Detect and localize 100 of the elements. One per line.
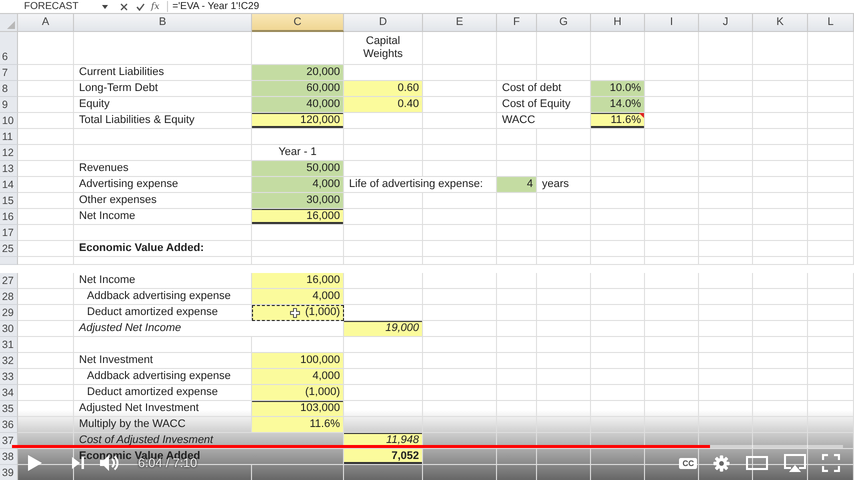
formula-field[interactable]: ='EVA - Year 1'!C29 <box>167 1 260 12</box>
column-header[interactable]: F <box>497 14 537 32</box>
name-box[interactable]: FORECAST <box>0 1 102 12</box>
sheet-cell <box>753 97 808 113</box>
row-header[interactable]: 27 <box>0 273 18 289</box>
row-header[interactable]: 39 <box>0 465 18 480</box>
sheet-cell <box>497 32 537 65</box>
sheet-cell <box>497 401 537 417</box>
row-header[interactable]: 14 <box>0 177 18 193</box>
row-header[interactable]: 32 <box>0 353 18 369</box>
row-header[interactable]: 30 <box>0 321 18 337</box>
sheet-cell: Capital Weights <box>344 32 423 65</box>
row-header[interactable]: 31 <box>0 337 18 353</box>
theater-mode-icon[interactable] <box>746 456 768 470</box>
sheet-cell: (1,000) <box>252 305 344 321</box>
sheet-cell: 16,000 <box>252 273 344 289</box>
sheet-cell <box>645 65 699 81</box>
captions-button[interactable]: CC <box>679 458 697 468</box>
row-header[interactable]: 15 <box>0 193 18 209</box>
column-header[interactable]: A <box>18 14 74 32</box>
column-header[interactable]: G <box>537 14 591 32</box>
row-header[interactable]: 28 <box>0 289 18 305</box>
row-header[interactable]: 33 <box>0 369 18 385</box>
sheet-cell <box>808 65 854 81</box>
sheet-cell <box>808 97 854 113</box>
row-header[interactable]: 17 <box>0 225 18 241</box>
sheet-cell <box>18 161 74 177</box>
row-header[interactable]: 6 <box>0 32 18 65</box>
sheet-cell <box>808 433 854 449</box>
column-header[interactable]: B <box>74 14 252 32</box>
row-header[interactable]: 16 <box>0 209 18 225</box>
sheet-cell <box>808 353 854 369</box>
row-header[interactable]: 25 <box>0 241 18 257</box>
fullscreen-icon[interactable] <box>822 454 840 472</box>
row-header[interactable]: 11 <box>0 129 18 145</box>
sheet-cell <box>645 241 699 257</box>
sheet-cell <box>497 273 537 289</box>
row-header[interactable]: 29 <box>0 305 18 321</box>
settings-icon[interactable] <box>713 454 730 472</box>
sheet-cell <box>18 81 74 97</box>
sheet-cell: Deduct amortized expense <box>74 305 252 321</box>
sheet-cell <box>808 385 854 401</box>
row-header[interactable]: 12 <box>0 145 18 161</box>
column-header[interactable]: H <box>591 14 645 32</box>
sheet-cell <box>645 337 699 353</box>
row-header[interactable]: 13 <box>0 161 18 177</box>
row-header[interactable]: 9 <box>0 97 18 113</box>
sheet-cell <box>808 417 854 433</box>
sheet-cell <box>537 65 591 81</box>
row-header[interactable]: 7 <box>0 65 18 81</box>
play-icon[interactable] <box>28 455 42 471</box>
sheet-cell: 10.0% <box>591 81 645 97</box>
column-header[interactable]: J <box>699 14 753 32</box>
sheet-cell <box>497 337 537 353</box>
insert-function-button[interactable]: fx <box>151 2 160 12</box>
row-header[interactable]: 36 <box>0 417 18 433</box>
sheet-cell <box>699 385 753 401</box>
sheet-cell <box>753 273 808 289</box>
sheet-cell: 120,000 <box>252 113 344 129</box>
sheet-cell <box>753 337 808 353</box>
sheet-cell: Other expenses <box>74 193 252 209</box>
sheet-cell <box>18 209 74 225</box>
sheet-cell <box>645 353 699 369</box>
sheet-cell <box>591 161 645 177</box>
dropdown-arrow-icon[interactable] <box>102 4 108 8</box>
row-header[interactable]: 38 <box>0 449 18 465</box>
sheet-cell <box>537 353 591 369</box>
sheet-cell <box>497 129 537 145</box>
sheet-cell <box>591 32 645 65</box>
column-header[interactable]: D <box>344 14 423 32</box>
row-header[interactable]: 34 <box>0 385 18 401</box>
cancel-icon[interactable] <box>120 2 128 10</box>
column-header[interactable]: E <box>423 14 497 32</box>
sheet-cell: Economic Value Added: <box>74 241 252 257</box>
column-header[interactable]: C <box>252 14 344 32</box>
sheet-cell <box>808 401 854 417</box>
sheet-cell: Addback advertising expense <box>74 369 252 385</box>
sheet-cell <box>699 241 753 257</box>
cast-screen-icon[interactable] <box>784 454 806 472</box>
sheet-cell <box>497 65 537 81</box>
row-header[interactable]: 8 <box>0 81 18 97</box>
column-header[interactable]: K <box>753 14 808 32</box>
check-icon[interactable] <box>136 2 145 10</box>
column-header[interactable]: L <box>808 14 854 32</box>
row-header[interactable]: 35 <box>0 401 18 417</box>
sheet-cell <box>18 241 74 257</box>
row-header[interactable]: 37 <box>0 433 18 449</box>
progress-track[interactable] <box>12 445 843 448</box>
sheet-cell <box>591 337 645 353</box>
sheet-cell <box>537 337 591 353</box>
sheet-cell <box>537 305 591 321</box>
sheet-cell <box>808 321 854 337</box>
sheet-cell <box>699 321 753 337</box>
sheet-cell <box>18 337 74 353</box>
sheet-cell <box>645 321 699 337</box>
sheet-cell <box>497 353 537 369</box>
cursor-icon <box>290 308 300 318</box>
row-header[interactable]: 10 <box>0 113 18 129</box>
column-header[interactable]: I <box>645 14 699 32</box>
sheet-cell: years <box>537 177 591 193</box>
